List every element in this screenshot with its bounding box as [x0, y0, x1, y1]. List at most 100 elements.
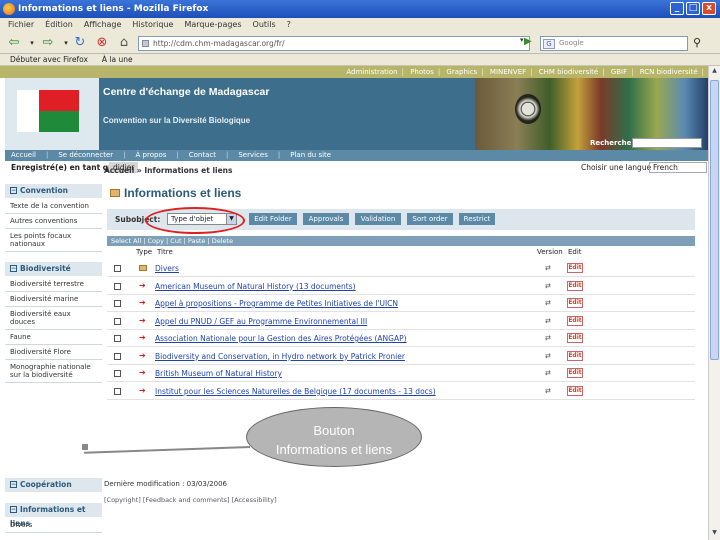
menu-help[interactable]: ? [287, 18, 291, 32]
bookmark-latest-headlines[interactable]: À la une [102, 54, 133, 65]
toplink-minenvef[interactable]: MINENVEF [490, 68, 526, 76]
menu-file[interactable]: Fichier [8, 18, 34, 32]
row-checkbox[interactable] [114, 265, 121, 272]
stop-icon[interactable]: ⊗ [94, 36, 110, 50]
row-title-link[interactable]: American Museum of Natural History (13 d… [155, 278, 356, 295]
collapse-icon[interactable]: − [10, 506, 17, 513]
sidebar-item[interactable]: Faune [5, 330, 102, 345]
row-checkbox[interactable] [114, 352, 121, 360]
go-arrow-icon[interactable]: ▶ [524, 36, 534, 50]
version-icon[interactable]: ⇄ [545, 387, 557, 395]
vertical-scrollbar[interactable]: ▲ ▼ [708, 66, 720, 540]
highlight-circle [145, 207, 245, 234]
search-icon[interactable]: ⚲ [693, 36, 701, 49]
version-icon[interactable]: ⇄ [545, 265, 557, 272]
row-title-link[interactable]: Institut pour les Sciences Naturelles de… [155, 383, 436, 400]
language-select[interactable]: French [649, 162, 707, 173]
menu-history[interactable]: Historique [132, 18, 173, 32]
sidebar-item[interactable]: Biodiversité eaux douces [5, 307, 102, 330]
collapse-icon[interactable]: − [10, 481, 17, 488]
menu-tools[interactable]: Outils [253, 18, 276, 32]
row-title-link[interactable]: British Museum of Natural History [155, 365, 282, 382]
toplink-chm[interactable]: CHM biodiversité [539, 68, 598, 76]
close-window-button[interactable]: x [702, 2, 716, 15]
row-checkbox[interactable] [114, 282, 121, 290]
sidebar-item[interactable]: Autres conventions [5, 214, 102, 229]
edit-button[interactable]: Edit [567, 333, 583, 343]
row-title-link[interactable]: Association Nationale pour la Gestion de… [155, 330, 407, 347]
sitemenu-services[interactable]: Services [238, 150, 268, 161]
edit-button[interactable]: Edit [567, 385, 583, 396]
edit-button[interactable]: Edit [567, 315, 583, 326]
edit-button[interactable]: Edit [567, 298, 583, 308]
version-icon[interactable]: ⇄ [545, 300, 557, 307]
back-dropdown-icon[interactable]: ▾ [24, 36, 40, 50]
sidebar-section-header[interactable]: −Informations et liens [5, 503, 102, 528]
sidebar-item[interactable]: Monographie nationale sur la biodiversit… [5, 360, 102, 383]
version-icon[interactable]: ⇄ [545, 335, 557, 342]
collapse-icon[interactable]: − [10, 265, 17, 272]
edit-button[interactable]: Edit [567, 350, 583, 361]
back-arrow-icon[interactable]: ⇦ [6, 36, 22, 50]
scroll-up-icon[interactable]: ▲ [710, 67, 719, 77]
toplink-gbif[interactable]: GBIF [611, 68, 627, 76]
forward-arrow-icon[interactable]: ⇨ [40, 36, 56, 50]
toplink-rcn[interactable]: RCN biodiversité [640, 68, 698, 76]
sitemenu-about[interactable]: À propos [136, 150, 167, 161]
row-title-link[interactable]: Appel à propositions - Programme de Peti… [155, 295, 398, 312]
menu-bookmarks[interactable]: Marque-pages [184, 18, 241, 32]
search-engine-icon[interactable]: G [543, 39, 555, 49]
row-checkbox[interactable] [114, 335, 121, 342]
version-icon[interactable]: ⇄ [545, 370, 557, 377]
sitemenu-logout[interactable]: Se déconnecter [58, 150, 113, 161]
version-icon[interactable]: ⇄ [545, 352, 557, 360]
menu-edit[interactable]: Édition [45, 18, 73, 32]
restrict-button[interactable]: Restrict [459, 213, 495, 225]
minimize-button[interactable]: _ [670, 2, 684, 15]
web-search-input[interactable]: G Google [540, 36, 688, 51]
toplink-graphics[interactable]: Graphics [446, 68, 477, 76]
footer-links[interactable]: [Copyright] [Feedback and comments] [Acc… [104, 496, 277, 504]
toplink-photos[interactable]: Photos [410, 68, 434, 76]
row-checkbox[interactable] [114, 387, 121, 395]
sidebar-item[interactable]: Les points focaux nationaux [5, 229, 102, 252]
row-checkbox[interactable] [114, 370, 121, 377]
bookmark-getting-started[interactable]: Débuter avec Firefox [10, 54, 88, 65]
edit-button[interactable]: Edit [567, 368, 583, 378]
sidebar-item[interactable]: Biodiversité Flore [5, 345, 102, 360]
collapse-icon[interactable]: − [10, 187, 17, 194]
approvals-button[interactable]: Approvals [303, 213, 349, 225]
home-icon[interactable]: ⌂ [116, 36, 132, 50]
edit-button[interactable]: Edit [567, 280, 583, 291]
row-title-link[interactable]: Biodiversity and Conservation, in Hydro … [155, 348, 405, 365]
sidebar-section-header[interactable]: − Convention [5, 184, 102, 198]
selection-actions-bar[interactable]: Select All | Copy | Cut | Paste | Delete [107, 236, 695, 246]
reload-icon[interactable]: ↻ [72, 36, 88, 50]
version-icon[interactable]: ⇄ [545, 282, 557, 290]
row-checkbox[interactable] [114, 317, 121, 325]
row-title-link[interactable]: Divers [155, 260, 179, 277]
sitemenu-home[interactable]: Accueil [11, 150, 36, 161]
version-icon[interactable]: ⇄ [545, 317, 557, 325]
sitemenu-contact[interactable]: Contact [189, 150, 216, 161]
sitemenu-sitemap[interactable]: Plan du site [290, 150, 331, 161]
edit-button[interactable]: Edit [567, 263, 583, 273]
toplink-administration[interactable]: Administration [346, 68, 397, 76]
validation-button[interactable]: Validation [355, 213, 401, 225]
sidebar-item[interactable]: Texte de la convention [5, 199, 102, 214]
sidebar-item[interactable]: Biodiversité marine [5, 292, 102, 307]
menu-view[interactable]: Affichage [84, 18, 122, 32]
row-checkbox[interactable] [114, 300, 121, 307]
scroll-down-icon[interactable]: ▼ [710, 529, 719, 539]
scrollbar-thumb[interactable] [710, 80, 719, 360]
sidebar-section-header[interactable]: − Biodiversité [5, 262, 102, 276]
address-dropdown-icon[interactable]: ▾ [520, 36, 524, 44]
edit-folder-button[interactable]: Edit Folder [249, 213, 297, 225]
site-search-input[interactable] [632, 138, 702, 148]
sidebar-section-header[interactable]: − Coopération [5, 478, 102, 492]
maximize-button[interactable]: □ [686, 2, 700, 15]
row-title-link[interactable]: Appel du PNUD / GEF au Programme Environ… [155, 313, 367, 330]
address-bar[interactable]: http://cdm.chm-madagascar.org/fr/ [138, 36, 530, 51]
sidebar-item[interactable]: Biodiversité terrestre [5, 277, 102, 292]
sort-order-button[interactable]: Sort order [407, 213, 453, 225]
